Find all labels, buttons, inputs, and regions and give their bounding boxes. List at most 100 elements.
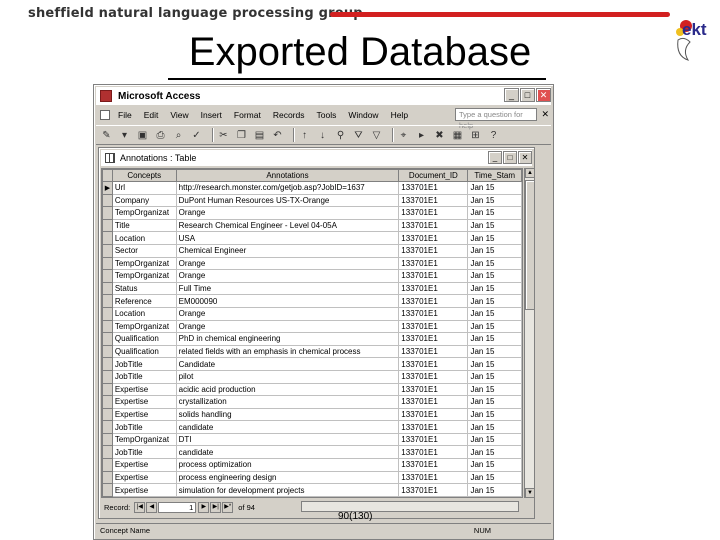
cell-annotation[interactable]: solids handling [175,407,400,422]
cell-document-id[interactable]: 133701E1 [398,495,469,497]
cell-annotation[interactable]: related fields with an emphasis in chemi… [175,344,400,359]
menu-tools[interactable]: Tools [316,110,336,120]
scroll-thumb[interactable] [525,180,535,310]
minimize-button[interactable]: _ [504,88,519,102]
table-row[interactable]: Sector Chemical Engineer 133701E1 Jan 15 [102,243,522,258]
menu-format[interactable]: Format [234,110,261,120]
row-selector[interactable] [102,243,113,258]
cell-annotation[interactable]: candidate [175,445,400,460]
row-selector[interactable] [102,206,113,220]
cell-annotation[interactable]: process engineering design [175,470,400,485]
cell-document-id[interactable]: 133701E1 [398,319,469,334]
design-view-icon[interactable]: ✎ [100,129,113,142]
cell-annotation[interactable]: Orange [175,306,400,321]
row-selector[interactable] [102,382,113,397]
cell-concept[interactable]: Location [111,231,177,245]
cell-time-stamp[interactable]: Jan 15 [467,269,522,283]
cell-time-stamp[interactable]: Jan 15 [467,193,522,208]
cell-concept[interactable]: TempOrganizat [111,319,177,334]
filter-by-form-icon[interactable]: ⛛ [352,129,365,142]
row-selector[interactable] [102,306,113,321]
print-preview-icon[interactable]: ⌕ [172,129,185,142]
cell-concept[interactable]: Location [111,306,177,321]
cell-annotation[interactable]: candidate [175,420,400,434]
help-search-input[interactable]: Type a question for help [455,108,537,130]
table-row[interactable]: Expertise process optimization 133701E1 Jan… [102,458,522,472]
cell-time-stamp[interactable]: Jan 15 [467,357,522,371]
view-dropdown-icon[interactable]: ▾ [118,129,131,142]
cell-document-id[interactable]: 133701E1 [398,357,469,371]
cell-annotation[interactable]: process optimization [175,458,400,472]
cell-time-stamp[interactable]: Jan 15 [467,294,522,308]
cell-concept[interactable]: TempOrganizat [111,432,177,447]
cell-concept[interactable]: TempOrganizat [111,256,177,271]
help-icon[interactable]: ? [487,129,500,142]
scroll-up-icon[interactable]: ▲ [525,168,535,178]
column-header-concepts[interactable]: Concepts [111,169,177,182]
cell-time-stamp[interactable]: Jan 15 [467,458,522,472]
cell-concept[interactable]: Expertise [111,495,177,497]
cell-annotation[interactable]: Orange [175,256,400,271]
cell-time-stamp[interactable]: Jan 15 [467,181,522,195]
menu-edit[interactable]: Edit [144,110,159,120]
cell-time-stamp[interactable]: Jan 15 [467,281,522,296]
cell-time-stamp[interactable]: Jan 15 [467,395,522,409]
cell-annotation[interactable]: USA [175,231,400,245]
menu-records[interactable]: Records [273,110,305,120]
cell-concept[interactable]: JobTitle [111,445,177,460]
row-selector[interactable] [102,218,113,233]
apply-filter-icon[interactable]: ▽ [370,129,383,142]
print-icon[interactable]: ⎙ [154,129,167,142]
select-all-corner[interactable] [102,169,113,182]
table-row[interactable]: Company DuPont Human Resources US-TX-Oran… [102,193,522,208]
cell-concept[interactable]: Expertise [111,458,177,472]
row-selector[interactable] [102,445,113,460]
cell-concept[interactable]: Company [111,193,177,208]
close-button[interactable]: ✕ [536,88,551,102]
table-row[interactable]: TempOrganizat DTI 133701E1 Jan 15 [102,432,522,447]
cell-concept[interactable]: JobTitle [111,420,177,434]
cell-concept[interactable]: Title [111,218,177,233]
cell-annotation[interactable]: http://research.monster.com/getjob.asp?J… [175,181,400,195]
table-row[interactable]: Title Research Chemical Engineer - Level … [102,218,522,233]
column-header-annotations[interactable]: Annotations [175,169,400,182]
table-row[interactable]: Expertise simulation for development proj… [102,483,522,497]
cell-time-stamp[interactable]: Jan 15 [467,445,522,460]
row-selector[interactable] [102,344,113,359]
undo-icon[interactable]: ↶ [271,129,284,142]
row-selector[interactable] [102,420,113,434]
cell-time-stamp[interactable]: Jan 15 [467,231,522,245]
row-selector[interactable] [102,407,113,422]
new-record-nav-icon[interactable]: ▶* [222,501,234,513]
cell-document-id[interactable]: 133701E1 [398,206,469,220]
table-row[interactable]: JobTitle candidate 133701E1 Jan 15 [102,445,522,460]
table-row[interactable]: Reference EM000090 133701E1 Jan 15 [102,294,522,308]
table-row[interactable]: Status Full Time 133701E1 Jan 15 [102,281,522,296]
cell-annotation[interactable]: Research Chemical Engineer - Level 04-05… [175,218,400,233]
table-row[interactable]: Qualification PhD in chemical engineering… [102,332,522,346]
cell-document-id[interactable]: 133701E1 [398,420,469,434]
table-row[interactable]: JobTitle candidate 133701E1 Jan 15 [102,420,522,434]
cell-annotation[interactable]: Orange [175,319,400,334]
row-selector[interactable] [102,269,113,283]
row-selector[interactable] [102,470,113,485]
table-minimize-button[interactable]: _ [488,151,502,164]
row-selector[interactable] [102,432,113,447]
table-row[interactable]: TempOrganizat Orange 133701E1 Jan 15 [102,256,522,271]
cell-concept[interactable]: Expertise [111,395,177,409]
cell-annotation[interactable]: DuPont Human Resources US-TX-Orange [175,193,400,208]
cell-annotation[interactable]: EM000090 [175,294,400,308]
maximize-button[interactable]: □ [520,88,535,102]
record-number-input[interactable]: 1 [158,501,197,513]
cell-time-stamp[interactable]: Jan 15 [467,420,522,434]
find-icon[interactable]: ⌖ [397,129,410,142]
table-maximize-button[interactable]: □ [503,151,517,164]
cell-annotation[interactable]: pilot [175,369,400,384]
cell-document-id[interactable]: 133701E1 [398,369,469,384]
cell-document-id[interactable]: 133701E1 [398,407,469,422]
table-row[interactable]: Location USA 133701E1 Jan 15 [102,231,522,245]
cut-icon[interactable]: ✂ [217,129,230,142]
table-row[interactable]: Qualification related fields with an emph… [102,344,522,359]
cell-concept[interactable]: Qualification [111,344,177,359]
delete-record-icon[interactable]: ✖ [433,129,446,142]
